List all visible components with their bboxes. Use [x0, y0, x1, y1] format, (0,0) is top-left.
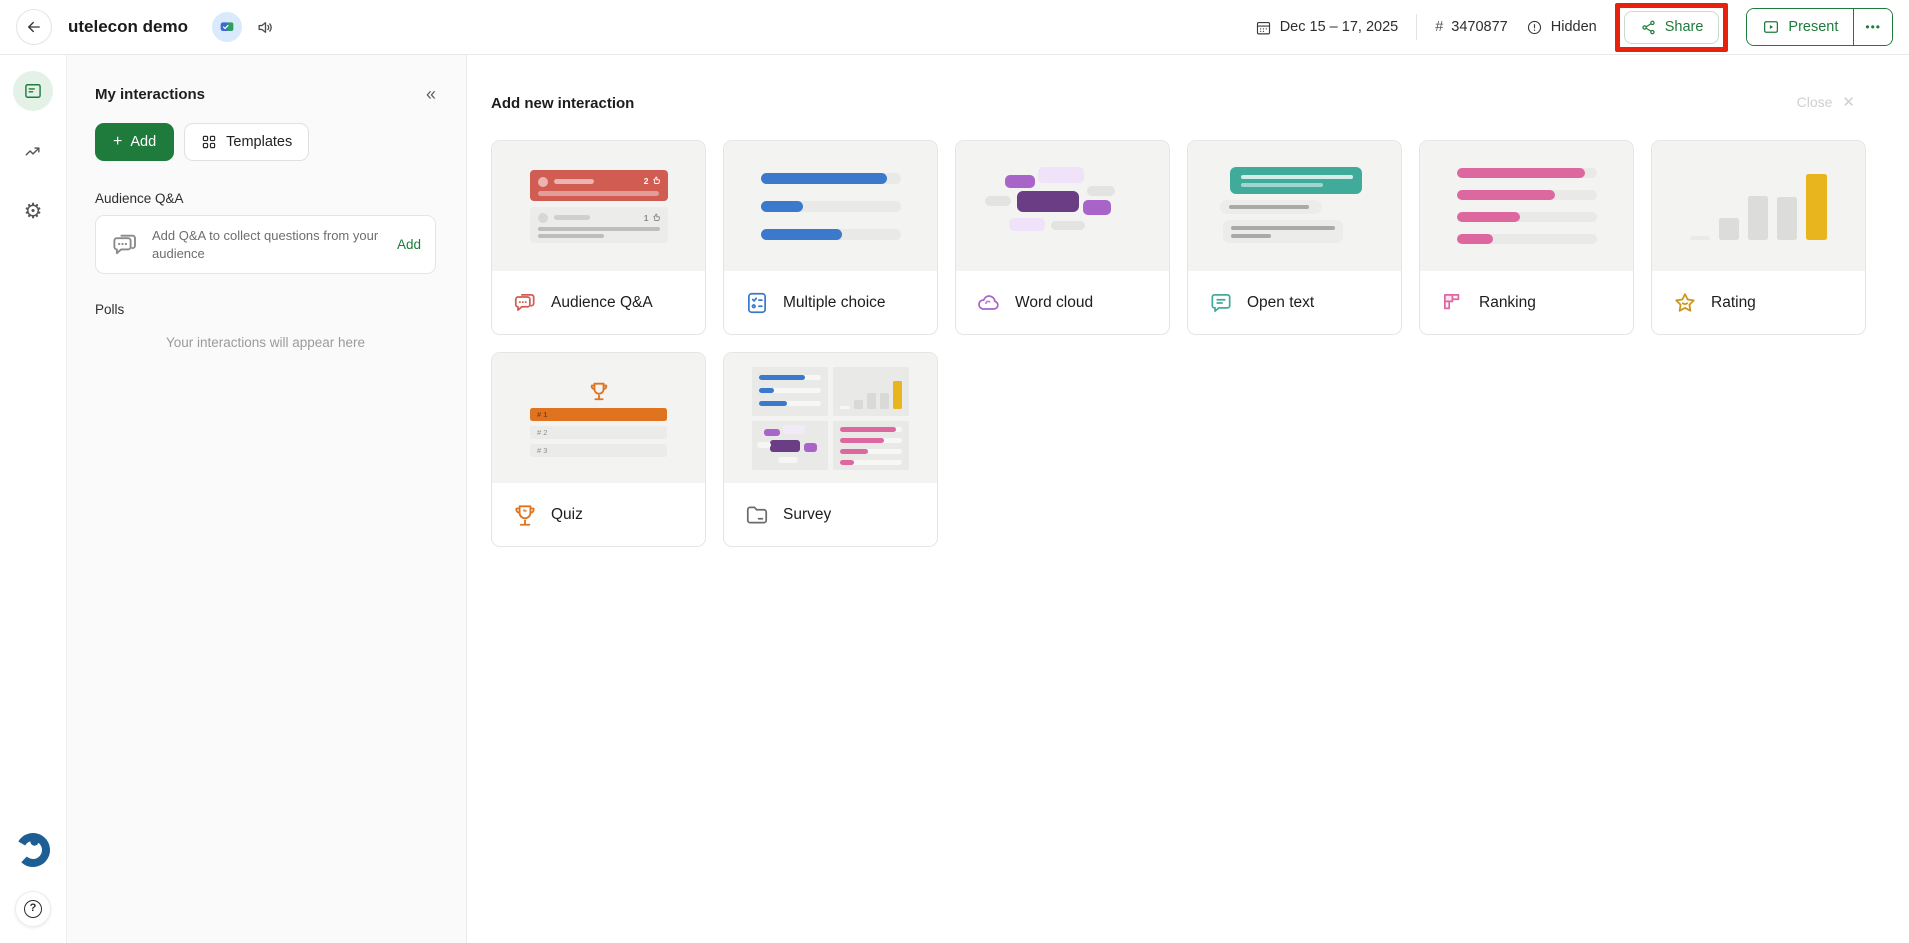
- interaction-card-quiz[interactable]: # 1 # 2 # 3 Quiz: [491, 352, 706, 547]
- qa-section-label: Audience Q&A: [95, 191, 436, 206]
- rail-item-slides[interactable]: [13, 71, 53, 111]
- icon-rail: ⚙ ?: [0, 55, 67, 943]
- interaction-card-survey[interactable]: Survey: [723, 352, 938, 547]
- sidebar-actions: + Add Templates: [95, 123, 436, 161]
- share-icon: [1640, 19, 1657, 36]
- word-cloud-icon: [976, 290, 1002, 316]
- presentation-title: utelecon demo: [68, 17, 188, 37]
- card-label-text: Quiz: [551, 506, 583, 524]
- rail-item-results[interactable]: [13, 131, 53, 171]
- qa-prompt-card: Add Q&A to collect questions from your a…: [95, 215, 436, 274]
- empty-interactions-text: Your interactions will appear here: [95, 335, 436, 350]
- top-bar: utelecon demo Dec 15 – 17, 2025 # 347087…: [0, 0, 1909, 55]
- present-more-button[interactable]: •••: [1853, 9, 1892, 45]
- meeting-badge-icon: [219, 19, 235, 35]
- close-icon: ✕: [1842, 93, 1855, 111]
- present-button[interactable]: Present: [1747, 9, 1853, 45]
- card-label-text: Open text: [1247, 294, 1314, 312]
- qa-prompt-text: Add Q&A to collect questions from your a…: [152, 227, 385, 262]
- annotation-highlight-box: Share: [1615, 3, 1729, 52]
- calendar-icon: [1255, 19, 1272, 36]
- interactions-sidebar: My interactions « + Add Templates Audien…: [67, 55, 467, 943]
- audience-qa-thumbnail: 2 1: [492, 141, 705, 271]
- multiple-choice-thumbnail: [724, 141, 937, 271]
- help-button[interactable]: ?: [15, 891, 51, 927]
- interaction-card-audience-qa[interactable]: 2 1 Audience Q&A: [491, 140, 706, 335]
- card-label-text: Rating: [1711, 294, 1756, 312]
- card-label-text: Ranking: [1479, 294, 1536, 312]
- speaker-icon: [256, 18, 275, 37]
- integration-badge[interactable]: [212, 12, 242, 42]
- slides-icon: [23, 81, 43, 101]
- survey-thumbnail: [724, 353, 937, 483]
- add-interaction-button[interactable]: + Add: [95, 123, 174, 161]
- polls-section-label: Polls: [95, 302, 436, 317]
- rating-star-icon: [1672, 290, 1698, 316]
- card-label-text: Multiple choice: [783, 294, 886, 312]
- share-button[interactable]: Share: [1624, 11, 1720, 44]
- multiple-choice-icon: [744, 290, 770, 316]
- card-label-text: Survey: [783, 506, 831, 524]
- interaction-card-rating[interactable]: Rating: [1651, 140, 1866, 335]
- trophy-icon: [512, 502, 538, 528]
- top-bar-right: Dec 15 – 17, 2025 # 3470877 Hidden Share: [1255, 3, 1893, 52]
- trophy-icon-small: [588, 380, 610, 402]
- back-button[interactable]: [16, 9, 52, 45]
- date-range-label: Dec 15 – 17, 2025: [1280, 19, 1399, 35]
- templates-button[interactable]: Templates: [184, 123, 309, 161]
- plus-icon: +: [113, 134, 122, 150]
- rail-item-settings[interactable]: ⚙: [13, 191, 53, 231]
- ranking-icon: [1440, 290, 1466, 316]
- word-cloud-thumbnail: [956, 141, 1169, 271]
- main-panel-title: Add new interaction: [491, 95, 1909, 112]
- collapse-sidebar-button[interactable]: «: [426, 85, 436, 103]
- app-body: ⚙ ? My interactions « + Add: [0, 55, 1909, 943]
- open-text-icon: [1208, 290, 1234, 316]
- rating-thumbnail: [1652, 141, 1865, 271]
- more-dots-icon: •••: [1865, 20, 1881, 34]
- voting-code[interactable]: # 3470877: [1435, 19, 1508, 35]
- card-label-text: Audience Q&A: [551, 294, 653, 312]
- audio-settings-button[interactable]: [256, 18, 275, 37]
- hash-symbol: #: [1435, 19, 1443, 35]
- voting-code-value: 3470877: [1451, 19, 1507, 35]
- alert-circle-icon: [1526, 19, 1543, 36]
- templates-label: Templates: [226, 134, 292, 150]
- ranking-thumbnail: [1420, 141, 1633, 271]
- share-label: Share: [1665, 19, 1704, 35]
- hidden-label: Hidden: [1551, 19, 1597, 35]
- sidebar-header: My interactions «: [95, 85, 436, 103]
- trending-up-icon: [23, 141, 43, 161]
- present-play-icon: [1762, 18, 1780, 36]
- hidden-status[interactable]: Hidden: [1526, 19, 1597, 36]
- present-button-group: Present •••: [1746, 8, 1893, 46]
- chat-bubbles-icon: [110, 230, 140, 260]
- app-logo: [14, 831, 52, 869]
- gear-icon: ⚙: [24, 201, 43, 222]
- interaction-card-word-cloud[interactable]: Word cloud: [955, 140, 1170, 335]
- rail-bottom: ?: [14, 831, 52, 927]
- sidebar-title: My interactions: [95, 86, 205, 103]
- divider: [1416, 14, 1417, 40]
- question-mark-icon: ?: [24, 900, 42, 918]
- interaction-type-grid: 2 1 Audience Q&A: [491, 140, 1909, 547]
- present-label: Present: [1788, 19, 1838, 35]
- date-range[interactable]: Dec 15 – 17, 2025: [1255, 19, 1399, 36]
- interaction-card-ranking[interactable]: Ranking: [1419, 140, 1634, 335]
- card-label-text: Word cloud: [1015, 294, 1093, 312]
- quiz-thumbnail: # 1 # 2 # 3: [492, 353, 705, 483]
- interaction-card-open-text[interactable]: Open text: [1187, 140, 1402, 335]
- open-text-thumbnail: [1188, 141, 1401, 271]
- arrow-left-icon: [25, 18, 43, 36]
- folder-icon: [744, 502, 770, 528]
- close-label: Close: [1797, 94, 1833, 110]
- qa-add-link[interactable]: Add: [397, 237, 421, 252]
- close-panel-button[interactable]: Close ✕: [1797, 93, 1855, 111]
- main-panel: Add new interaction Close ✕ 2 1: [467, 55, 1909, 943]
- add-label: Add: [130, 134, 156, 150]
- collapse-icon: «: [426, 84, 436, 104]
- audience-qa-icon: [512, 290, 538, 316]
- interaction-card-multiple-choice[interactable]: Multiple choice: [723, 140, 938, 335]
- grid-icon: [201, 134, 217, 150]
